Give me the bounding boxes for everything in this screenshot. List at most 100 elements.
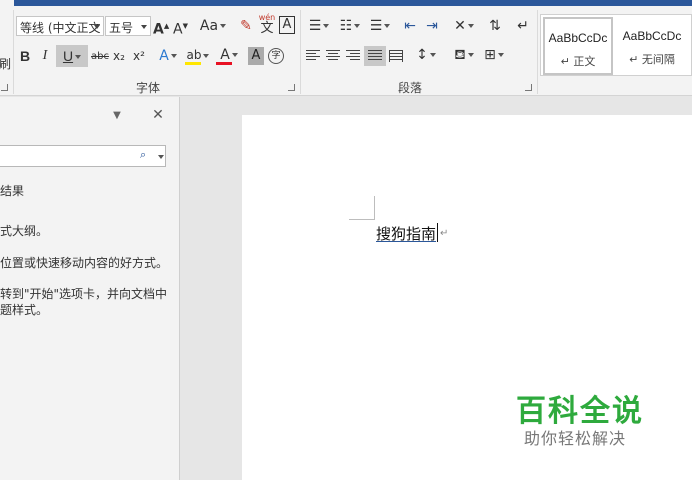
font-size-value: 五号 [109,21,134,35]
chevron-down-icon [231,53,238,57]
character-border-icon: A [282,17,292,32]
subscript-icon: x₂ [113,49,125,63]
paragraph-mark: ↵ [440,228,449,239]
enclose-characters-icon: 字 [271,51,281,61]
highlighter-icon: ab [186,48,202,62]
multilevel-list-button[interactable]: ☰ [366,17,394,35]
close-pane-button[interactable]: ✕ [150,106,166,124]
superscript-button[interactable]: x² [131,47,147,65]
shrink-font-button[interactable]: A▼ [173,17,188,39]
chevron-down-icon [75,55,82,60]
separator [537,10,538,94]
sort-icon: ⇅ [489,18,501,34]
shading-button[interactable]: ⛾ [450,46,478,64]
text-cursor [437,223,438,242]
close-icon: ✕ [152,107,164,123]
character-shading-icon: A [251,48,261,63]
borders-button[interactable]: ⊞ [480,46,508,64]
style-normal[interactable]: AaBbCcDc ↵ 正文 [543,17,613,75]
font-color-icon: A [220,47,230,63]
chevron-down-icon [94,25,100,29]
chevron-down-icon [220,24,227,28]
font-color-button[interactable]: A [216,46,242,65]
numbering-button[interactable]: ☷ [336,17,364,35]
character-shading-button[interactable]: A [248,47,264,65]
subscript-button[interactable]: x₂ [111,47,127,65]
nav-tab-results[interactable]: 结果 [0,183,24,199]
watermark-subtitle: 助你轻松解决 [524,429,627,448]
strikethrough-icon: abc [91,51,109,62]
superscript-icon: x² [133,49,145,63]
text-effects-button[interactable]: A [154,47,182,65]
show-marks-button[interactable]: ↵ [514,17,532,35]
style-no-spacing[interactable]: AaBbCcDc ↵ 无间隔 [617,17,687,75]
chevron-down-icon [203,53,210,58]
chevron-down-icon: ▼ [113,110,121,121]
eraser-icon: ✎ [240,18,252,34]
bullets-button[interactable]: ☰ [305,17,333,35]
sort-button[interactable]: ⇅ [486,17,504,35]
paint-bucket-icon: ⛾ [454,47,466,63]
chevron-down-icon [467,53,474,57]
align-right-button[interactable] [346,50,360,62]
style-sample: AaBbCcDc [622,29,682,43]
watermark-title: 百科全说 [516,394,644,429]
grow-font-button[interactable]: A▲ [153,17,169,39]
document-text[interactable]: 搜狗指南 [376,223,436,244]
font-dialog-launcher[interactable] [288,84,295,91]
strikethrough-button[interactable]: abc [89,48,111,66]
margin-corner-mark [349,219,375,220]
chevron-down-icon [429,53,436,57]
enclose-characters-button[interactable]: 字 [268,48,284,64]
margin-corner-mark [374,196,375,220]
shrink-font-icon: A [173,21,183,38]
chevron-down-icon [170,54,177,58]
highlight-button[interactable]: ab [185,46,211,65]
font-group-label: 字体 [136,81,161,95]
distributed-button[interactable] [389,50,403,62]
phonetic-guide-button[interactable]: wén 文 [258,14,276,36]
italic-icon: I [42,48,48,63]
chinese-layout-icon: ✕ [454,18,466,34]
character-border-button[interactable]: A [279,16,295,34]
change-case-button[interactable]: Aa [198,17,228,35]
align-left-button[interactable] [306,50,320,62]
bullet-list-icon: ☰ [308,18,322,34]
line-spacing-button[interactable]: ↕ [412,46,440,64]
justify-button[interactable] [364,46,386,66]
nav-search-input[interactable]: ⌕ [0,145,166,167]
chevron-down-icon [384,24,391,28]
phonetic-icon: 文 [260,21,274,36]
style-name-text: 无间隔 [641,53,675,66]
chevron-down-icon[interactable] [158,155,164,159]
nav-tip-line: 式大纲。 [0,224,49,238]
align-center-button[interactable] [326,50,340,62]
font-size-combo[interactable]: 五号 [105,16,151,36]
chevron-down-icon [323,24,330,28]
multilevel-list-icon: ☰ [369,18,383,34]
pane-options-button[interactable]: ▼ [110,107,124,125]
navigation-pane: ▼ ✕ ⌕ 结果 式大纲。 位置或快速移动内容的好方式。 转到"开始"选项卡，并… [0,97,180,480]
indent-icon: ⇥ [426,18,438,34]
chevron-down-icon [354,24,361,28]
underline-button[interactable]: U [56,45,88,67]
clear-format-button[interactable]: ✎ [238,17,254,35]
increase-indent-button[interactable]: ⇥ [422,17,442,35]
separator [13,10,14,94]
bold-button[interactable]: B [18,47,32,65]
nav-tip-line: 转到"开始"选项卡，并向文档中 [0,287,168,301]
paragraph-dialog-launcher[interactable] [525,84,532,91]
chinese-layout-button[interactable]: ✕ [450,17,478,35]
search-icon[interactable]: ⌕ [140,148,146,162]
bold-icon: B [19,48,31,64]
format-painter-label[interactable]: 刷 [0,55,11,73]
style-name: ↵ 无间隔 [629,53,675,66]
change-case-icon: Aa [199,18,219,34]
decrease-indent-button[interactable]: ⇤ [400,17,420,35]
nav-tip-line: 位置或快速移动内容的好方式。 [0,256,169,270]
clipboard-launcher[interactable] [1,84,8,91]
font-name-combo[interactable]: 等线 (中文正文 [16,16,104,36]
line-spacing-icon: ↕ [416,47,428,63]
italic-button[interactable]: I [38,47,52,65]
paragraph-group-label: 段落 [398,81,423,95]
